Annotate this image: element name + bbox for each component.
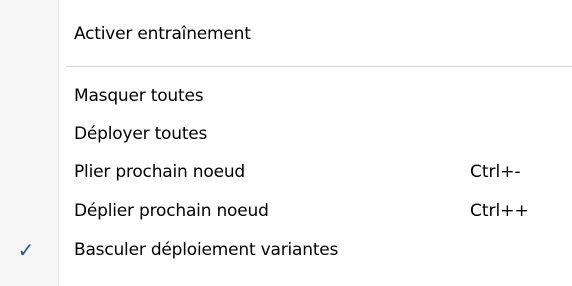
menu-item-deplier-prochain-noeud[interactable]: Déplier prochain noeud Ctrl++ — [0, 191, 572, 231]
menu-item-plier-prochain-noeud[interactable]: Plier prochain noeud Ctrl+- — [0, 152, 572, 192]
menu-item-deployer-toutes[interactable]: Déployer toutes — [0, 114, 572, 154]
menu-item-shortcut: Ctrl+- — [470, 162, 521, 182]
menu-item-shortcut: Ctrl++ — [470, 201, 529, 221]
menu-item-basculer-deploiement-variantes[interactable]: ✓ Basculer déploiement variantes — [0, 230, 572, 270]
menu-separator — [66, 66, 572, 67]
menu-item-label: Déployer toutes — [74, 124, 208, 144]
menu-item-label: Déplier prochain noeud — [74, 201, 269, 221]
context-menu: Activer entraînement Masquer toutes Dépl… — [0, 0, 572, 286]
menu-item-label: Masquer toutes — [74, 86, 204, 106]
menu-item-masquer-toutes[interactable]: Masquer toutes — [0, 76, 572, 116]
menu-item-label: Activer entraînement — [74, 24, 251, 44]
menu-item-activer-entrainement[interactable]: Activer entraînement — [0, 14, 572, 54]
menu-item-label: Basculer déploiement variantes — [74, 240, 339, 260]
checkmark-icon: ✓ — [17, 238, 35, 262]
menu-item-label: Plier prochain noeud — [74, 162, 245, 182]
